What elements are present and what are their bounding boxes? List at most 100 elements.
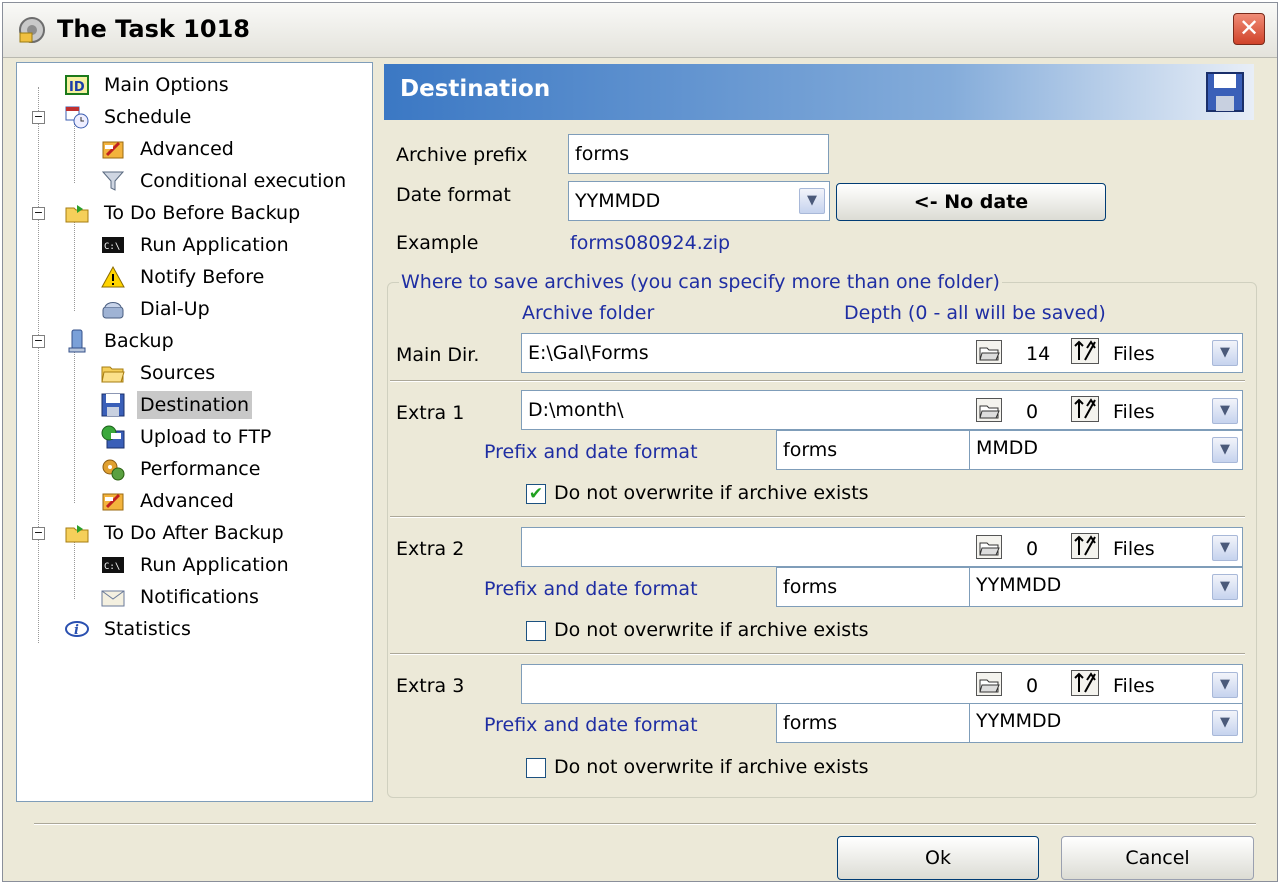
tree-item-label: Backup xyxy=(104,330,174,352)
id-icon: ID xyxy=(65,75,89,95)
tree-item-label: Advanced xyxy=(140,490,234,512)
extra3-prefix-date-label: Prefix and date format xyxy=(484,714,698,736)
envelope-icon xyxy=(101,590,125,607)
date-format-label: Date format xyxy=(396,184,511,206)
depth-column-header: Depth (0 - all will be saved) xyxy=(844,302,1106,324)
folder-arrow-icon xyxy=(65,525,89,543)
tree-item-label: Main Options xyxy=(104,74,229,96)
depth-spin-icon[interactable] xyxy=(1071,670,1099,696)
chevron-down-icon[interactable]: ▼ xyxy=(1212,340,1238,366)
tree-connector-line xyxy=(74,539,75,599)
tree-item-label: To Do After Backup xyxy=(104,522,284,544)
extra1-unit[interactable]: Files xyxy=(1113,401,1155,423)
row-separator xyxy=(390,380,1245,382)
extra1-date-format-value: MMDD xyxy=(976,437,1039,459)
tree-item-label: Run Application xyxy=(140,554,289,576)
folder-arrow-icon xyxy=(65,205,89,223)
depth-spin-icon[interactable] xyxy=(1071,533,1099,559)
browse-folder-icon[interactable] xyxy=(976,672,1002,696)
row-separator xyxy=(390,653,1245,655)
chevron-down-icon[interactable]: ▼ xyxy=(1212,710,1238,736)
chevron-down-icon[interactable]: ▼ xyxy=(1212,535,1238,561)
extra2-prefix-date-label: Prefix and date format xyxy=(484,578,698,600)
svg-text:C:\: C:\ xyxy=(104,562,120,572)
no-date-button[interactable]: <- No date xyxy=(836,183,1106,221)
backup-collapse-toggle[interactable]: − xyxy=(32,335,45,348)
chevron-down-icon[interactable]: ▼ xyxy=(799,188,825,214)
browse-folder-icon[interactable] xyxy=(976,535,1002,559)
extra1-no-overwrite-checkbox[interactable]: ✔ xyxy=(526,484,546,504)
ftp-upload-icon xyxy=(101,425,125,449)
extra1-no-overwrite-label: Do not overwrite if archive exists xyxy=(554,482,869,504)
title-bar: The Task 1018 ✕ xyxy=(3,3,1277,58)
app-icon xyxy=(19,17,45,43)
tree-item-label: Destination xyxy=(137,391,253,419)
chevron-down-icon[interactable]: ▼ xyxy=(1212,437,1238,463)
extra3-prefix-input[interactable]: forms xyxy=(776,703,973,743)
info-icon: i xyxy=(65,621,89,638)
browse-folder-icon[interactable] xyxy=(976,398,1002,422)
tree-item-label: To Do Before Backup xyxy=(104,202,301,224)
extra2-no-overwrite-checkbox[interactable] xyxy=(526,621,546,641)
main-dir-unit[interactable]: Files xyxy=(1113,343,1155,365)
tree-item-label: Conditional execution xyxy=(140,170,347,192)
date-format-value: YYMMDD xyxy=(575,190,661,212)
filter-icon xyxy=(101,171,125,191)
floppy-disk-icon[interactable] xyxy=(1206,72,1244,112)
tree-item-label: Run Application xyxy=(140,234,289,256)
extra3-date-format-select[interactable]: YYMMDD xyxy=(969,703,1243,743)
archive-prefix-label: Archive prefix xyxy=(396,144,528,166)
group-title: Where to save archives (you can specify … xyxy=(399,271,1002,293)
tree-item-label: Statistics xyxy=(104,618,191,640)
date-format-select[interactable]: YYMMDD xyxy=(568,181,830,221)
depth-spin-icon[interactable] xyxy=(1071,338,1099,364)
schedule-collapse-toggle[interactable]: − xyxy=(32,111,45,124)
extra3-unit[interactable]: Files xyxy=(1113,675,1155,697)
extra1-prefix-input[interactable]: forms xyxy=(776,430,973,470)
tree-item-label: Sources xyxy=(140,362,216,384)
chevron-down-icon[interactable]: ▼ xyxy=(1212,574,1238,600)
extra3-depth-value[interactable]: 0 xyxy=(1026,675,1038,697)
extra3-label: Extra 3 xyxy=(396,675,465,697)
extra1-label: Extra 1 xyxy=(396,402,465,424)
advanced-tools-icon xyxy=(102,493,124,511)
extra2-date-format-select[interactable]: YYMMDD xyxy=(969,567,1243,607)
extra2-unit[interactable]: Files xyxy=(1113,538,1155,560)
extra2-depth-value[interactable]: 0 xyxy=(1026,538,1038,560)
warning-icon xyxy=(101,265,125,288)
chevron-down-icon[interactable]: ▼ xyxy=(1212,672,1238,698)
extra2-prefix-input[interactable]: forms xyxy=(776,567,973,607)
chevron-down-icon[interactable]: ▼ xyxy=(1212,398,1238,424)
close-button[interactable]: ✕ xyxy=(1233,13,1265,45)
tree-connector-line xyxy=(38,87,39,643)
extra3-no-overwrite-checkbox[interactable] xyxy=(526,758,546,778)
tree-item-label: Notify Before xyxy=(140,266,265,288)
tree-item-label: Advanced xyxy=(140,138,234,160)
after-backup-collapse-toggle[interactable]: − xyxy=(32,527,45,540)
main-dir-label: Main Dir. xyxy=(396,344,480,366)
row-separator xyxy=(390,516,1245,518)
depth-spin-icon[interactable] xyxy=(1071,396,1099,422)
archive-prefix-input[interactable]: forms xyxy=(568,134,829,174)
window-title: The Task 1018 xyxy=(57,15,250,43)
browse-folder-icon[interactable] xyxy=(976,340,1002,364)
extra2-no-overwrite-label: Do not overwrite if archive exists xyxy=(554,619,869,641)
ok-button[interactable]: Ok xyxy=(837,836,1039,880)
console-icon: C:\ xyxy=(102,237,124,253)
computer-icon xyxy=(68,329,86,353)
extra3-no-overwrite-label: Do not overwrite if archive exists xyxy=(554,756,869,778)
section-title: Destination xyxy=(400,76,551,102)
cancel-button[interactable]: Cancel xyxy=(1061,836,1254,880)
navigation-tree: − − − − ID Main Options Schedule Advance… xyxy=(16,62,373,802)
extra1-depth-value[interactable]: 0 xyxy=(1026,401,1038,423)
before-backup-collapse-toggle[interactable]: − xyxy=(32,207,45,220)
extra1-date-format-select[interactable]: MMDD xyxy=(969,430,1243,470)
console-icon: C:\ xyxy=(102,557,124,573)
svg-text:ID: ID xyxy=(69,80,85,95)
svg-text:C:\: C:\ xyxy=(104,242,120,252)
tree-item-label: Schedule xyxy=(104,106,192,128)
footer-separator xyxy=(34,823,1256,825)
main-dir-depth-value[interactable]: 14 xyxy=(1026,343,1050,365)
extra1-prefix-date-label: Prefix and date format xyxy=(484,441,698,463)
tree-item-label: Upload to FTP xyxy=(140,426,272,448)
